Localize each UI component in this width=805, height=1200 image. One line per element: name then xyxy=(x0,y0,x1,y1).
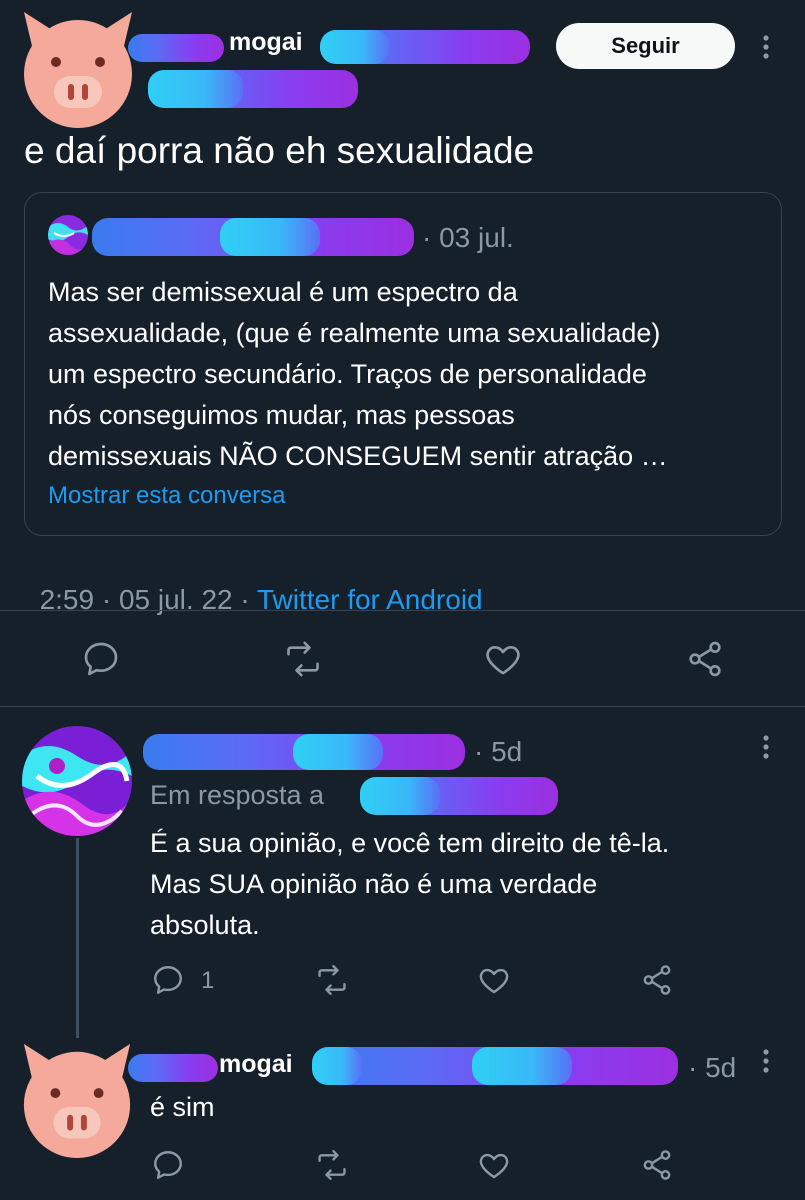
follow-button[interactable]: Seguir xyxy=(556,23,735,69)
reply-count: 1 xyxy=(201,967,215,994)
redacted-name-suffix xyxy=(312,1047,678,1085)
speech-bubble-icon[interactable] xyxy=(81,639,121,679)
reply-time: · 5d xyxy=(688,1052,737,1083)
quoted-text: Mas ser demissexual é um espectro da ass… xyxy=(48,272,668,477)
heart-icon[interactable] xyxy=(477,1148,511,1182)
reply-text-line: Mas SUA opinião não é uma verdade xyxy=(150,869,598,899)
retweet-icon[interactable] xyxy=(282,639,324,679)
quoted-redacted-name xyxy=(92,218,414,256)
quoted-text-line: Mas ser demissexual é um espectro da xyxy=(48,277,518,307)
retweet-icon[interactable] xyxy=(314,963,350,997)
quoted-text-line: assexualidade, (que é realmente uma sexu… xyxy=(48,318,661,348)
kebab-icon[interactable] xyxy=(751,732,781,762)
quoted-text-line: nós conseguimos mudar, mas pessoas xyxy=(48,400,515,430)
quoted-text-line: um espectro secundário. Traços de person… xyxy=(48,359,647,389)
retweet-icon[interactable] xyxy=(314,1148,350,1182)
speech-bubble-icon[interactable] xyxy=(151,963,185,997)
reply-avatar[interactable] xyxy=(22,726,132,841)
replying-to-redacted-handle xyxy=(360,777,558,815)
reply-text: É a sua opinião, e você tem direito de t… xyxy=(150,823,669,946)
reply-text-line: É a sua opinião, e você tem direito de t… xyxy=(150,828,670,858)
reply-redacted-name xyxy=(143,734,465,770)
redacted-name-prefix xyxy=(128,34,224,62)
kebab-icon[interactable] xyxy=(751,1046,781,1076)
quoted-avatar[interactable] xyxy=(48,215,88,260)
heart-icon[interactable] xyxy=(477,963,511,997)
reply-text: é sim xyxy=(150,1092,215,1122)
display-name[interactable]: mogai xyxy=(229,28,303,57)
heart-icon[interactable] xyxy=(483,639,523,679)
tweet-text: e daí porra não eh sexualidade xyxy=(24,130,535,171)
reply-time: · 5d xyxy=(474,736,523,767)
author-avatar[interactable] xyxy=(18,8,138,128)
redacted-name-prefix xyxy=(128,1054,218,1082)
replying-to-label: Em resposta a xyxy=(150,780,325,810)
display-name[interactable]: mogai xyxy=(219,1050,293,1079)
redacted-handle xyxy=(148,70,358,108)
share-icon[interactable] xyxy=(640,963,674,997)
thread-connector-line xyxy=(76,838,79,1038)
kebab-icon[interactable] xyxy=(751,32,781,62)
quoted-text-line: demissexuais NÃO CONSEGUEM sentir atraçã… xyxy=(48,441,668,471)
redacted-name-suffix xyxy=(320,30,530,64)
share-icon[interactable] xyxy=(685,639,725,679)
divider xyxy=(0,706,805,707)
divider xyxy=(0,610,805,611)
author-avatar[interactable] xyxy=(18,1040,136,1158)
reply-text-line: absoluta. xyxy=(150,910,260,940)
tweet-meta: 2:59 · 05 jul. 22 · Twitter for Android xyxy=(24,552,483,616)
quoted-date: · 03 jul. xyxy=(422,222,514,253)
show-thread-link[interactable]: Mostrar esta conversa xyxy=(48,482,285,510)
share-icon[interactable] xyxy=(640,1148,674,1182)
speech-bubble-icon[interactable] xyxy=(151,1148,185,1182)
